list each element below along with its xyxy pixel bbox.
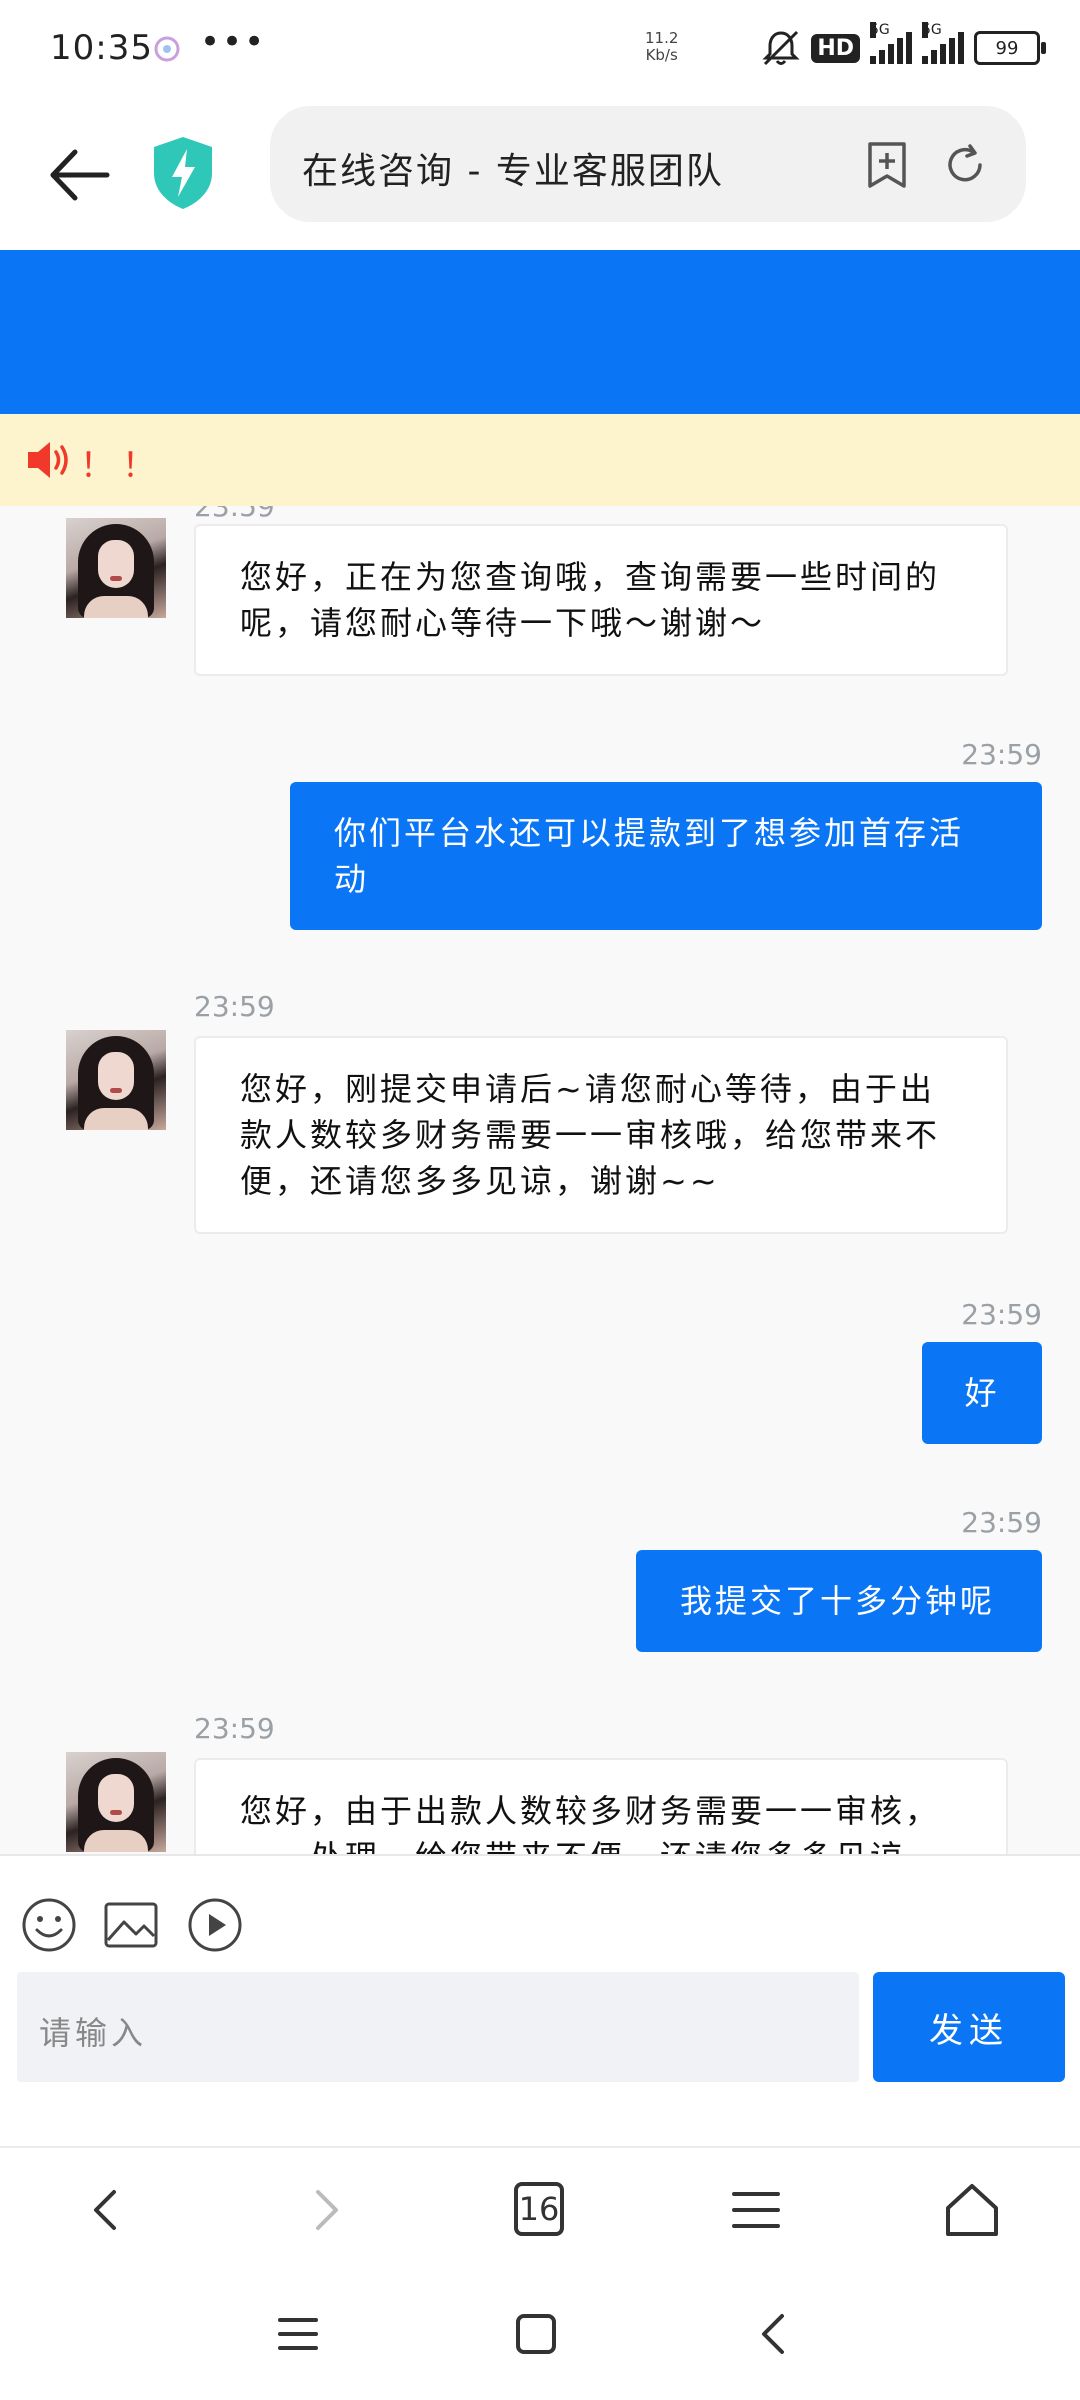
- emoji-icon[interactable]: [20, 1896, 78, 1954]
- system-navigation-bar: [0, 2270, 1080, 2400]
- network-speed-unit: Kb/s: [645, 46, 678, 64]
- message-time: 23:59: [194, 1712, 275, 1745]
- refresh-icon[interactable]: [940, 140, 990, 190]
- incoming-message[interactable]: 您好，由于出款人数较多财务需要一一审核，一一处理，给您带来不便，还请您多多见谅，…: [194, 1758, 1008, 1854]
- outgoing-message[interactable]: 我提交了十多分钟呢: [636, 1550, 1042, 1652]
- signal-sim2-icon: 5G: [922, 22, 964, 64]
- battery-level: 99: [995, 37, 1019, 59]
- incoming-message[interactable]: 您好，正在为您查询哦，查询需要一些时间的呢，请您耐心等待一下哦～谢谢～: [194, 524, 1008, 676]
- agent-avatar[interactable]: [66, 1030, 166, 1130]
- browser-bottom-bar: 16: [0, 2146, 1080, 2272]
- status-icons: HD 5G 5G 99: [761, 22, 1046, 68]
- notice-text: ！！: [80, 446, 164, 486]
- status-bar: 10:35 ••• 11.2 Kb/s HD 5G 5G 99: [0, 0, 1080, 100]
- message-time: 23:59: [961, 1298, 1042, 1331]
- speaker-icon: [28, 442, 68, 478]
- system-home-icon[interactable]: [514, 2312, 558, 2356]
- send-button[interactable]: 发送: [873, 1972, 1065, 2082]
- tab-count-button[interactable]: 16: [514, 2182, 564, 2236]
- security-shield-icon[interactable]: [150, 135, 216, 211]
- hd-voice-badge: HD: [811, 33, 860, 63]
- recent-apps-icon[interactable]: [276, 2314, 320, 2354]
- signal-sim1-icon: 5G: [870, 22, 912, 64]
- back-arrow-icon[interactable]: [45, 140, 115, 210]
- browser-forward-icon[interactable]: [294, 2178, 358, 2242]
- image-icon[interactable]: [102, 1896, 160, 1954]
- menu-icon[interactable]: [724, 2178, 788, 2242]
- chat-header: [0, 250, 1080, 414]
- message-input-placeholder: 请输入: [39, 2014, 148, 2052]
- message-input[interactable]: 请输入: [17, 1972, 859, 2082]
- system-back-icon[interactable]: [752, 2312, 796, 2356]
- agent-avatar[interactable]: [66, 1752, 166, 1852]
- incoming-message[interactable]: 您好，刚提交申请后~请您耐心等待，由于出款人数较多财务需要一一审核哦，给您带来不…: [194, 1036, 1008, 1234]
- browser-address-bar: 在线咨询 - 专业客服团队: [0, 100, 1080, 250]
- url-box[interactable]: 在线咨询 - 专业客服团队: [270, 106, 1026, 222]
- home-icon[interactable]: [940, 2178, 1004, 2242]
- network-speed-value: 11.2: [645, 29, 679, 47]
- browser-back-icon[interactable]: [74, 2178, 138, 2242]
- battery-icon: 99: [974, 31, 1046, 65]
- message-time: 23:59: [194, 506, 275, 523]
- chat-message-list[interactable]: 23:59 您好，正在为您查询哦，查询需要一些时间的呢，请您耐心等待一下哦～谢谢…: [0, 506, 1080, 1854]
- clock: 10:35: [50, 28, 153, 68]
- message-time: 23:59: [961, 1506, 1042, 1539]
- outgoing-message[interactable]: 你们平台水还可以提款到了想参加首存活动: [290, 782, 1042, 930]
- message-input-area: 请输入 发送: [0, 1854, 1080, 2148]
- more-notifications-icon: •••: [200, 22, 267, 62]
- message-time: 23:59: [194, 990, 275, 1023]
- video-icon[interactable]: [186, 1896, 244, 1954]
- outgoing-message[interactable]: 好: [922, 1342, 1042, 1444]
- agent-avatar[interactable]: [66, 518, 166, 618]
- network-speed: 11.2 Kb/s: [645, 30, 678, 64]
- app-notification-icon: [154, 36, 180, 62]
- page-title[interactable]: 在线咨询 - 专业客服团队: [302, 142, 724, 194]
- mute-bell-icon: [762, 30, 800, 66]
- message-time: 23:59: [961, 738, 1042, 771]
- notice-bar: ！！: [0, 414, 1080, 506]
- sim1-network-label: 5G: [870, 22, 890, 38]
- sim2-network-label: 5G: [922, 22, 942, 38]
- add-bookmark-icon[interactable]: [862, 140, 912, 190]
